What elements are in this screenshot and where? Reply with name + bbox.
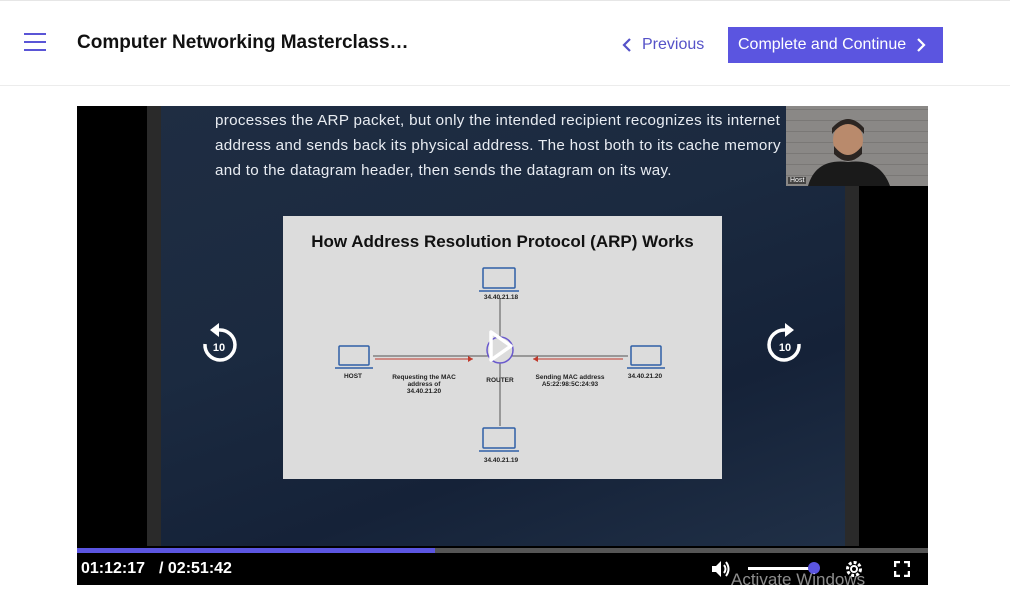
course-title: Computer Networking Masterclass… xyxy=(77,32,409,53)
forward-10-button[interactable]: 10 xyxy=(766,322,804,369)
play-button[interactable] xyxy=(483,328,517,369)
host-webcam: Host xyxy=(786,106,928,186)
volume-icon xyxy=(712,561,730,577)
rewind-10-button[interactable]: 10 xyxy=(200,322,238,369)
progress-bar[interactable] xyxy=(77,548,928,553)
previous-label: Previous xyxy=(642,36,705,53)
chevron-left-icon xyxy=(622,38,631,52)
sending-label: Sending MAC address A5:22:98:5C:24:93 xyxy=(535,374,605,388)
chevron-right-icon xyxy=(917,38,926,52)
fullscreen-button[interactable] xyxy=(893,560,911,582)
play-icon xyxy=(489,330,513,362)
progress-fill xyxy=(77,548,436,553)
video-border-left xyxy=(147,106,161,546)
laptop-host-icon xyxy=(335,345,373,369)
top-bar: Computer Networking Masterclass… Previou… xyxy=(0,0,1010,86)
rewind-icon: 10 xyxy=(203,323,237,362)
rewind-seconds: 10 xyxy=(213,342,225,354)
previous-button[interactable]: Previous xyxy=(622,34,704,56)
activate-windows-watermark: Activate Windows xyxy=(731,570,866,589)
video-border-right xyxy=(845,186,859,546)
request-label: Requesting the MAC address of 34.40.21.2… xyxy=(392,374,456,395)
fullscreen-icon xyxy=(893,560,911,578)
presenter-figure xyxy=(808,119,890,186)
duration: / 02:51:42 xyxy=(159,560,232,577)
host-label: HOST xyxy=(343,373,363,380)
complete-label: Complete and Continue xyxy=(738,36,907,53)
laptop-top-icon xyxy=(479,267,519,292)
current-time: 01:12:17 xyxy=(81,560,146,577)
right-ip-label: 34.40.21.20 xyxy=(627,373,663,380)
forward-seconds: 10 xyxy=(779,342,791,354)
slide-paragraph: processes the ARP packet, but only the i… xyxy=(215,112,781,179)
menu-icon[interactable] xyxy=(24,33,46,51)
bottom-ip-label: 34.40.21.19 xyxy=(483,457,519,464)
laptop-bottom-icon xyxy=(479,427,519,452)
webcam-tag: Host xyxy=(788,177,807,184)
video-player[interactable]: processes the ARP packet, but only the i… xyxy=(77,106,928,585)
forward-icon: 10 xyxy=(767,323,801,362)
laptop-right-icon xyxy=(627,345,665,369)
top-ip-label: 34.40.21.18 xyxy=(483,294,519,301)
complete-and-continue-button[interactable]: Complete and Continue xyxy=(728,27,943,63)
volume-button[interactable] xyxy=(711,560,731,583)
router-label: ROUTER xyxy=(486,377,514,384)
